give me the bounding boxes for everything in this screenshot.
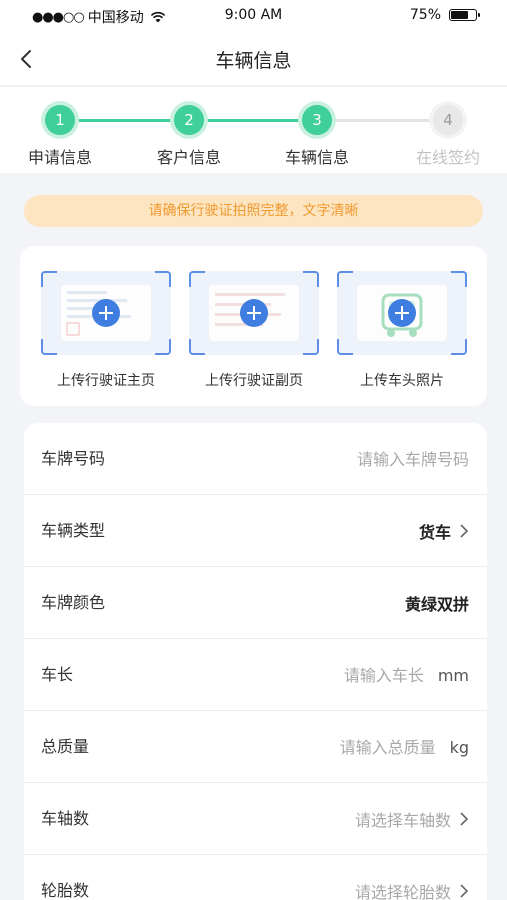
frame-corner xyxy=(337,271,353,287)
step-4-circle: 4 xyxy=(433,105,463,135)
upload-frame xyxy=(337,271,467,355)
axle-count-placeholder: 请选择车轴数 xyxy=(354,811,451,830)
vehicle-form: 车牌号码 车辆类型 货车 车牌颜色 黄绿双拼 车长 mm 总质量 kg xyxy=(24,423,487,900)
plate-number-value xyxy=(269,423,469,495)
tire-count-value: 请选择轮胎数 xyxy=(355,855,469,900)
form-row-length[interactable]: 车长 mm xyxy=(24,639,487,711)
frame-corner xyxy=(451,339,467,355)
frame-corner xyxy=(303,271,319,287)
upload-card: 上传行驶证主页 上传行驶证副页 上传车头照片 xyxy=(20,246,487,406)
tire-count-label: 轮胎数 xyxy=(41,881,90,900)
frame-corner xyxy=(41,271,57,287)
upload-license-back-label: 上传行驶证副页 xyxy=(205,373,303,389)
step-3-label: 车辆信息 xyxy=(284,148,349,167)
step-2-circle: 2 xyxy=(174,105,204,135)
frame-corner xyxy=(155,339,171,355)
chevron-right-icon xyxy=(460,524,469,538)
step-connector xyxy=(316,119,448,122)
signal-strength: ●●●○○ xyxy=(32,9,85,25)
page-title: 车辆信息 xyxy=(215,50,292,72)
axle-count-label: 车轴数 xyxy=(41,809,90,828)
plate-color-value: 黄绿双拼 xyxy=(405,567,469,639)
upload-license-front-label: 上传行驶证主页 xyxy=(57,373,155,389)
battery-percent: 75% xyxy=(409,7,441,23)
wifi-icon xyxy=(150,11,165,23)
length-unit: mm xyxy=(437,665,469,685)
frame-corner xyxy=(189,271,205,287)
vehicle-type-selected: 货车 xyxy=(418,523,451,542)
plate-color-label: 车牌颜色 xyxy=(41,593,106,612)
status-right: 75% xyxy=(409,7,480,23)
form-row-tire-count[interactable]: 轮胎数 请选择轮胎数 xyxy=(24,855,487,900)
frame-corner xyxy=(189,339,205,355)
plus-icon xyxy=(388,299,416,327)
back-button[interactable] xyxy=(14,46,40,72)
upload-license-back-button[interactable] xyxy=(189,271,319,355)
plate-number-label: 车牌号码 xyxy=(41,449,106,468)
step-connector xyxy=(188,119,316,122)
plus-icon xyxy=(240,299,268,327)
total-mass-unit: kg xyxy=(449,737,469,757)
form-row-vehicle-type[interactable]: 车辆类型 货车 xyxy=(24,495,487,567)
frame-corner xyxy=(451,271,467,287)
plus-icon xyxy=(92,299,120,327)
chevron-right-icon xyxy=(460,812,469,826)
frame-corner xyxy=(41,339,57,355)
battery-fill xyxy=(451,11,468,19)
nav-bar: 车辆信息 xyxy=(0,32,507,86)
form-row-total-mass[interactable]: 总质量 kg xyxy=(24,711,487,783)
step-4-label: 在线签约 xyxy=(415,148,480,167)
upload-truck-front-label: 上传车头照片 xyxy=(360,373,444,389)
step-2-label: 客户信息 xyxy=(156,148,221,167)
plate-color-selected: 黄绿双拼 xyxy=(404,595,469,614)
status-bar: ●●●○○ 中国移动 9:00 AM 75% xyxy=(0,0,507,32)
step-3-circle: 3 xyxy=(302,105,332,135)
form-row-plate-color[interactable]: 车牌颜色 黄绿双拼 xyxy=(24,567,487,639)
chevron-right-icon xyxy=(460,884,469,898)
upload-truck-front-button[interactable] xyxy=(337,271,467,355)
frame-corner xyxy=(303,339,319,355)
status-left: ●●●○○ 中国移动 xyxy=(32,7,166,27)
photo-notice-banner: 请确保行驶证拍照完整，文字清晰 xyxy=(24,195,483,227)
axle-count-value: 请选择车轴数 xyxy=(355,783,469,855)
frame-corner xyxy=(337,339,353,355)
length-input[interactable] xyxy=(263,665,424,685)
vehicle-type-value: 货车 xyxy=(419,495,469,567)
total-mass-input[interactable] xyxy=(255,737,436,757)
step-connector xyxy=(60,119,188,122)
battery-icon xyxy=(449,9,480,21)
step-1-circle: 1 xyxy=(45,105,75,135)
upload-frame xyxy=(41,271,171,355)
form-row-axle-count[interactable]: 车轴数 请选择车轴数 xyxy=(24,783,487,855)
length-label: 车长 xyxy=(41,665,74,684)
step-1-label: 申请信息 xyxy=(27,148,92,167)
upload-frame xyxy=(189,271,319,355)
plate-number-input[interactable] xyxy=(269,449,469,469)
length-value: mm xyxy=(263,639,469,711)
vehicle-type-label: 车辆类型 xyxy=(41,521,106,540)
upload-license-front-button[interactable] xyxy=(41,271,171,355)
total-mass-label: 总质量 xyxy=(41,737,90,756)
total-mass-value: kg xyxy=(255,711,469,783)
frame-corner xyxy=(155,271,171,287)
form-row-plate-number[interactable]: 车牌号码 xyxy=(24,423,487,495)
carrier-name: 中国移动 xyxy=(87,10,144,26)
tire-count-placeholder: 请选择轮胎数 xyxy=(354,883,451,900)
progress-stepper: 1 2 3 4 申请信息 客户信息 车辆信息 在线签约 xyxy=(0,87,507,173)
